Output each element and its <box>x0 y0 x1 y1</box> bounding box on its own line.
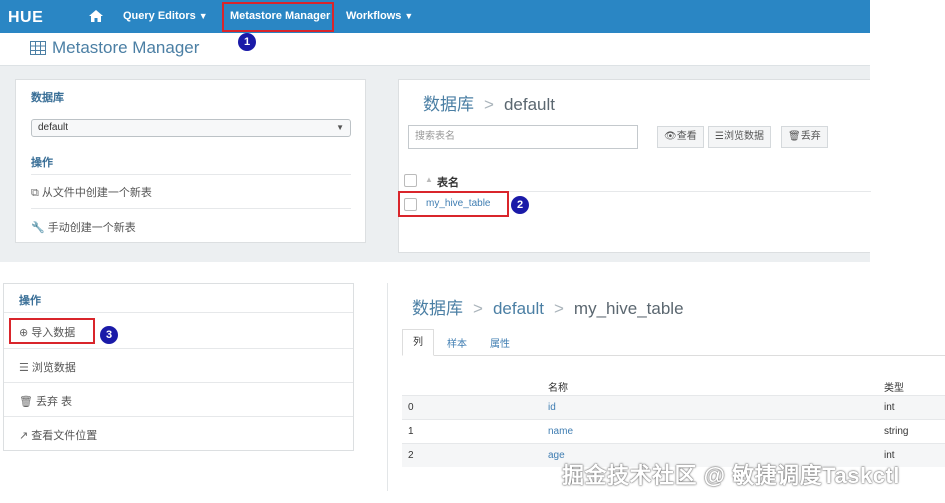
tab-columns[interactable]: 列 <box>402 329 434 356</box>
chevron-down-icon: ▼ <box>198 11 208 21</box>
browse-data-link[interactable]: ☰ 浏览数据 <box>19 359 76 375</box>
drop-button[interactable]: 🗑丢弃 <box>781 126 828 148</box>
watermark: 掘金技术社区 @ 敏捷调度Taskctl <box>562 463 900 488</box>
create-table-manually-label: 手动创建一个新表 <box>47 222 136 234</box>
breadcrumb-current: default <box>503 95 555 114</box>
column-header-type: 类型 <box>884 383 904 394</box>
highlight-box <box>222 2 334 32</box>
table-row: 1 name string <box>402 419 945 443</box>
create-table-from-file[interactable]: ⧉ 从文件中创建一个新表 <box>31 184 152 200</box>
tables-panel: 数据库 > default 搜索表名 👁查看 ☰浏览数据 🗑丢弃 ▲ 表名 my_h… <box>398 79 871 253</box>
nav-workflows-label: Workflows <box>346 10 402 22</box>
highlight-box <box>9 318 95 344</box>
breadcrumb: 数据库 > default > my_hive_table <box>412 294 684 319</box>
breadcrumb-db[interactable]: default <box>493 299 544 318</box>
list-icon: ☰ <box>19 362 29 374</box>
view-file-location-label: 查看文件位置 <box>31 430 98 442</box>
wrench-icon: 🔧 <box>31 222 45 234</box>
tab-properties[interactable]: 属性 <box>490 335 510 350</box>
divider <box>4 416 353 417</box>
column-type: string <box>884 426 909 437</box>
list-icon: ☰ <box>715 131 724 142</box>
table-search-input[interactable]: 搜索表名 <box>408 125 638 149</box>
breadcrumb-current: my_hive_table <box>573 299 684 318</box>
table-name-header[interactable]: 表名 <box>437 174 459 190</box>
nav-query-editors-label: Query Editors <box>123 10 196 22</box>
table-row: 0 id int <box>402 395 945 419</box>
browse-data-label: 浏览数据 <box>31 362 76 374</box>
row-index: 1 <box>408 426 414 437</box>
tabs-baseline <box>402 355 945 356</box>
file-copy-icon: ⧉ <box>31 187 39 199</box>
view-button[interactable]: 👁查看 <box>657 126 704 148</box>
row-index: 0 <box>408 402 414 413</box>
row-index: 2 <box>408 450 414 461</box>
drop-button-label: 丢弃 <box>800 131 821 142</box>
breadcrumb-separator: > <box>473 299 483 318</box>
drop-table-link[interactable]: 🗑 丢弃 表 <box>19 393 72 409</box>
database-select[interactable]: default ▼ <box>31 119 351 137</box>
breadcrumb-separator: > <box>484 95 494 114</box>
breadcrumb-databases[interactable]: 数据库 <box>412 299 463 318</box>
nav-query-editors[interactable]: Query Editors ▼ <box>117 0 214 33</box>
column-name-link[interactable]: name <box>548 426 573 437</box>
chevron-down-icon: ▼ <box>336 123 344 132</box>
drop-table-label: 丢弃 表 <box>35 396 73 408</box>
breadcrumb-separator: > <box>553 299 564 318</box>
trash-icon: 🗑 <box>19 396 33 408</box>
table-grid-icon <box>30 41 46 55</box>
hue-logo[interactable]: HUE <box>8 9 43 27</box>
step-badge-2: 2 <box>511 196 529 214</box>
view-button-label: 查看 <box>676 131 697 142</box>
column-type: int <box>884 402 895 413</box>
divider <box>4 312 353 313</box>
page-title: Metastore Manager <box>52 38 200 57</box>
table-actions-panel: 操作 ⊕ 导入数据 ☰ 浏览数据 🗑 丢弃 表 ↗ 查看文件位置 <box>3 283 354 451</box>
top-screenshot: HUE Query Editors ▼ Metastore Manager Wor… <box>0 0 871 262</box>
column-header-name: 名称 <box>548 383 568 394</box>
nav-workflows[interactable]: Workflows ▼ <box>340 0 419 33</box>
title-bar: Metastore Manager <box>0 33 870 66</box>
database-select-value: default <box>38 122 69 133</box>
tab-sample[interactable]: 样本 <box>447 335 467 350</box>
home-icon[interactable] <box>88 8 104 24</box>
step-badge-1: 1 <box>238 33 256 51</box>
eye-icon: 👁 <box>664 131 677 142</box>
divider <box>31 208 351 209</box>
create-table-manually[interactable]: 🔧 手动创建一个新表 <box>31 219 136 235</box>
divider <box>4 348 353 349</box>
database-panel: 数据库 default ▼ 操作 ⧉ 从文件中创建一个新表 🔧 手动创建一个新表 <box>15 79 366 243</box>
navbar: HUE Query Editors ▼ Metastore Manager Wor… <box>0 0 870 33</box>
actions-heading: 操作 <box>31 157 53 169</box>
divider <box>4 382 353 383</box>
sort-icon[interactable]: ▲ <box>425 175 433 184</box>
breadcrumb-databases[interactable]: 数据库 <box>423 95 474 114</box>
breadcrumb: 数据库 > default <box>423 90 555 115</box>
actions-heading: 操作 <box>19 295 41 307</box>
select-all-checkbox[interactable] <box>404 174 417 187</box>
step-badge-3: 3 <box>100 326 118 344</box>
divider <box>31 174 351 175</box>
browse-data-button-label: 浏览数据 <box>723 131 764 142</box>
external-link-icon: ↗ <box>19 430 29 442</box>
create-table-from-file-label: 从文件中创建一个新表 <box>41 187 152 199</box>
column-name-link[interactable]: id <box>548 402 556 413</box>
database-heading: 数据库 <box>31 92 64 104</box>
view-file-location-link[interactable]: ↗ 查看文件位置 <box>19 427 97 443</box>
browse-data-button[interactable]: ☰浏览数据 <box>708 126 771 148</box>
chevron-down-icon: ▼ <box>404 11 414 21</box>
trash-icon: 🗑 <box>788 131 801 142</box>
highlight-box <box>398 191 509 217</box>
